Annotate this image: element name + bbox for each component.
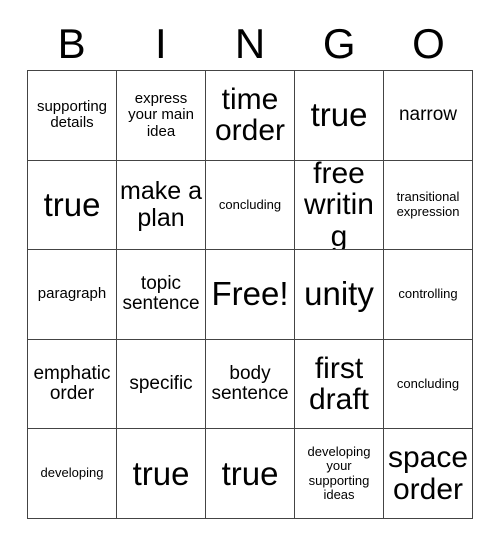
bingo-cell-free-space[interactable]: Free! — [206, 250, 295, 340]
bingo-cell-label: paragraph — [37, 285, 107, 303]
bingo-cell-label: concluding — [218, 196, 282, 212]
bingo-cell-r2c1[interactable]: true — [28, 160, 117, 251]
bingo-cell-label: true — [310, 96, 368, 134]
bingo-cell-r5c4[interactable]: developing your supporting ideas — [295, 429, 384, 519]
bingo-cell-r2c5[interactable]: transitional expression — [384, 160, 473, 251]
bingo-header-row: B I N G O — [27, 18, 473, 70]
bingo-cell-label: topic sentence — [122, 272, 200, 315]
bingo-cell-r4c4[interactable]: first draft — [295, 339, 384, 430]
bingo-cell-label: space order — [387, 441, 469, 506]
bingo-cell-r5c5[interactable]: space order — [384, 429, 473, 519]
bingo-grid: supporting details express your main ide… — [27, 70, 473, 519]
bingo-cell-r3c1[interactable]: paragraph — [28, 250, 117, 340]
bingo-card: B I N G O supporting details express you… — [0, 0, 500, 544]
bingo-cell-label: developing — [40, 465, 104, 481]
bingo-cell-label: controlling — [398, 286, 458, 302]
bingo-cell-label: true — [132, 454, 190, 492]
bingo-cell-r2c3[interactable]: concluding — [206, 160, 295, 251]
bingo-cell-label: true — [221, 454, 279, 492]
bingo-cell-r5c2[interactable]: true — [117, 429, 206, 519]
bingo-cell-r1c3[interactable]: time order — [206, 71, 295, 161]
bingo-header-letter-n: N — [234, 20, 266, 67]
bingo-cell-label: free writing — [303, 160, 374, 251]
bingo-cell-r4c5[interactable]: concluding — [384, 339, 473, 430]
bingo-cell-r1c4[interactable]: true — [295, 71, 384, 161]
bingo-cell-r1c1[interactable]: supporting details — [28, 71, 117, 161]
bingo-cell-r5c3[interactable]: true — [206, 429, 295, 519]
bingo-cell-r4c3[interactable]: body sentence — [206, 339, 295, 430]
bingo-free-space-label: Free! — [211, 275, 289, 313]
bingo-cell-r2c2[interactable]: make a plan — [117, 160, 206, 251]
bingo-cell-label: time order — [214, 82, 286, 148]
bingo-cell-r1c5[interactable]: narrow — [384, 71, 473, 161]
bingo-cell-label: concluding — [396, 375, 460, 391]
bingo-cell-label: specific — [129, 372, 193, 394]
bingo-cell-label: emphatic order — [33, 362, 111, 405]
bingo-cell-label: first draft — [308, 351, 370, 417]
bingo-cell-r2c4[interactable]: free writing — [295, 160, 384, 251]
bingo-cell-r3c5[interactable]: controlling — [384, 250, 473, 340]
bingo-cell-label: express your main idea — [128, 89, 194, 140]
bingo-header-letter-o: O — [412, 20, 445, 67]
bingo-cell-r4c2[interactable]: specific — [117, 339, 206, 430]
bingo-cell-label: transitional expression — [396, 189, 460, 219]
bingo-cell-r1c2[interactable]: express your main idea — [117, 71, 206, 161]
bingo-cell-label: supporting details — [36, 97, 108, 132]
bingo-cell-label: narrow — [398, 104, 458, 126]
bingo-cell-r3c4[interactable]: unity — [295, 250, 384, 340]
bingo-cell-label: make a plan — [120, 177, 202, 232]
bingo-header-letter-g: G — [322, 20, 356, 67]
bingo-header-letter-b: B — [57, 20, 86, 67]
bingo-cell-label: body sentence — [211, 362, 289, 405]
bingo-cell-label: developing your supporting ideas — [307, 443, 371, 503]
bingo-cell-r5c1[interactable]: developing — [28, 429, 117, 519]
bingo-header-letter-i: I — [154, 20, 167, 67]
bingo-cell-r4c1[interactable]: emphatic order — [28, 339, 117, 430]
bingo-cell-label: true — [43, 185, 101, 223]
bingo-cell-label: unity — [304, 275, 374, 313]
bingo-cell-r3c2[interactable]: topic sentence — [117, 250, 206, 340]
